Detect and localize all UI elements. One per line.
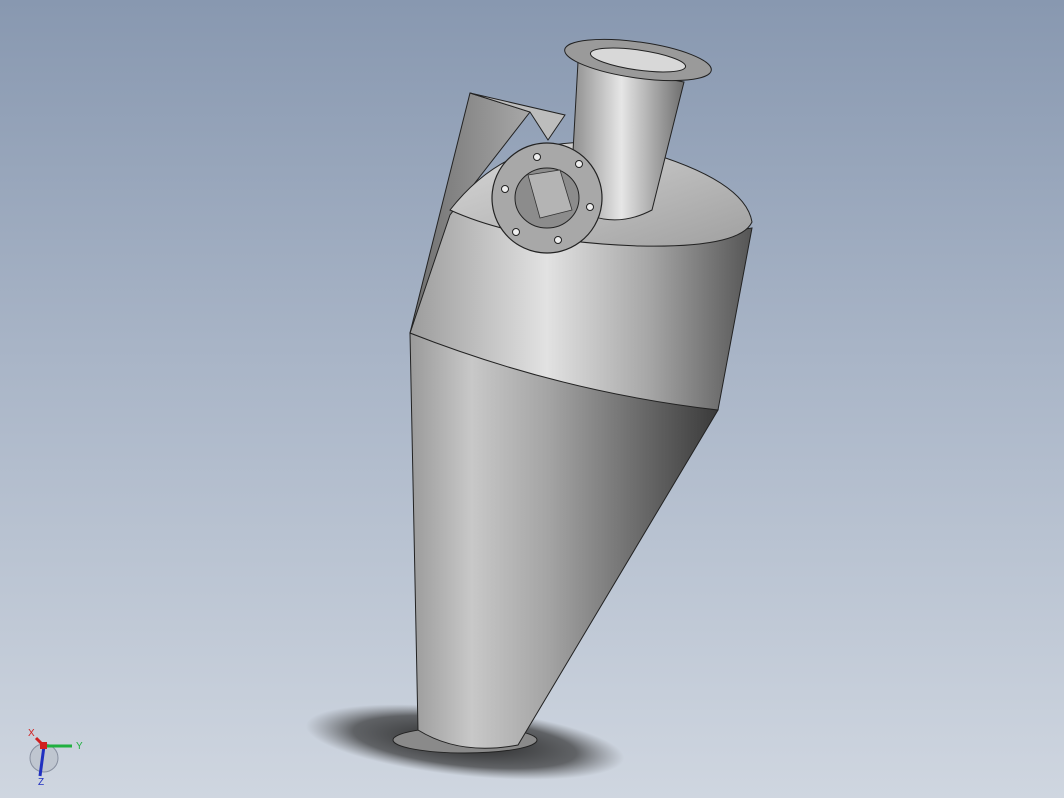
graphics-viewport[interactable]: X Y Z xyxy=(0,0,1064,798)
z-axis-label: Z xyxy=(38,777,44,786)
cyclone-model[interactable] xyxy=(0,0,1064,798)
axis-triad: X Y Z xyxy=(28,728,83,786)
x-axis-label: X xyxy=(28,728,35,739)
y-axis-label: Y xyxy=(76,741,83,752)
